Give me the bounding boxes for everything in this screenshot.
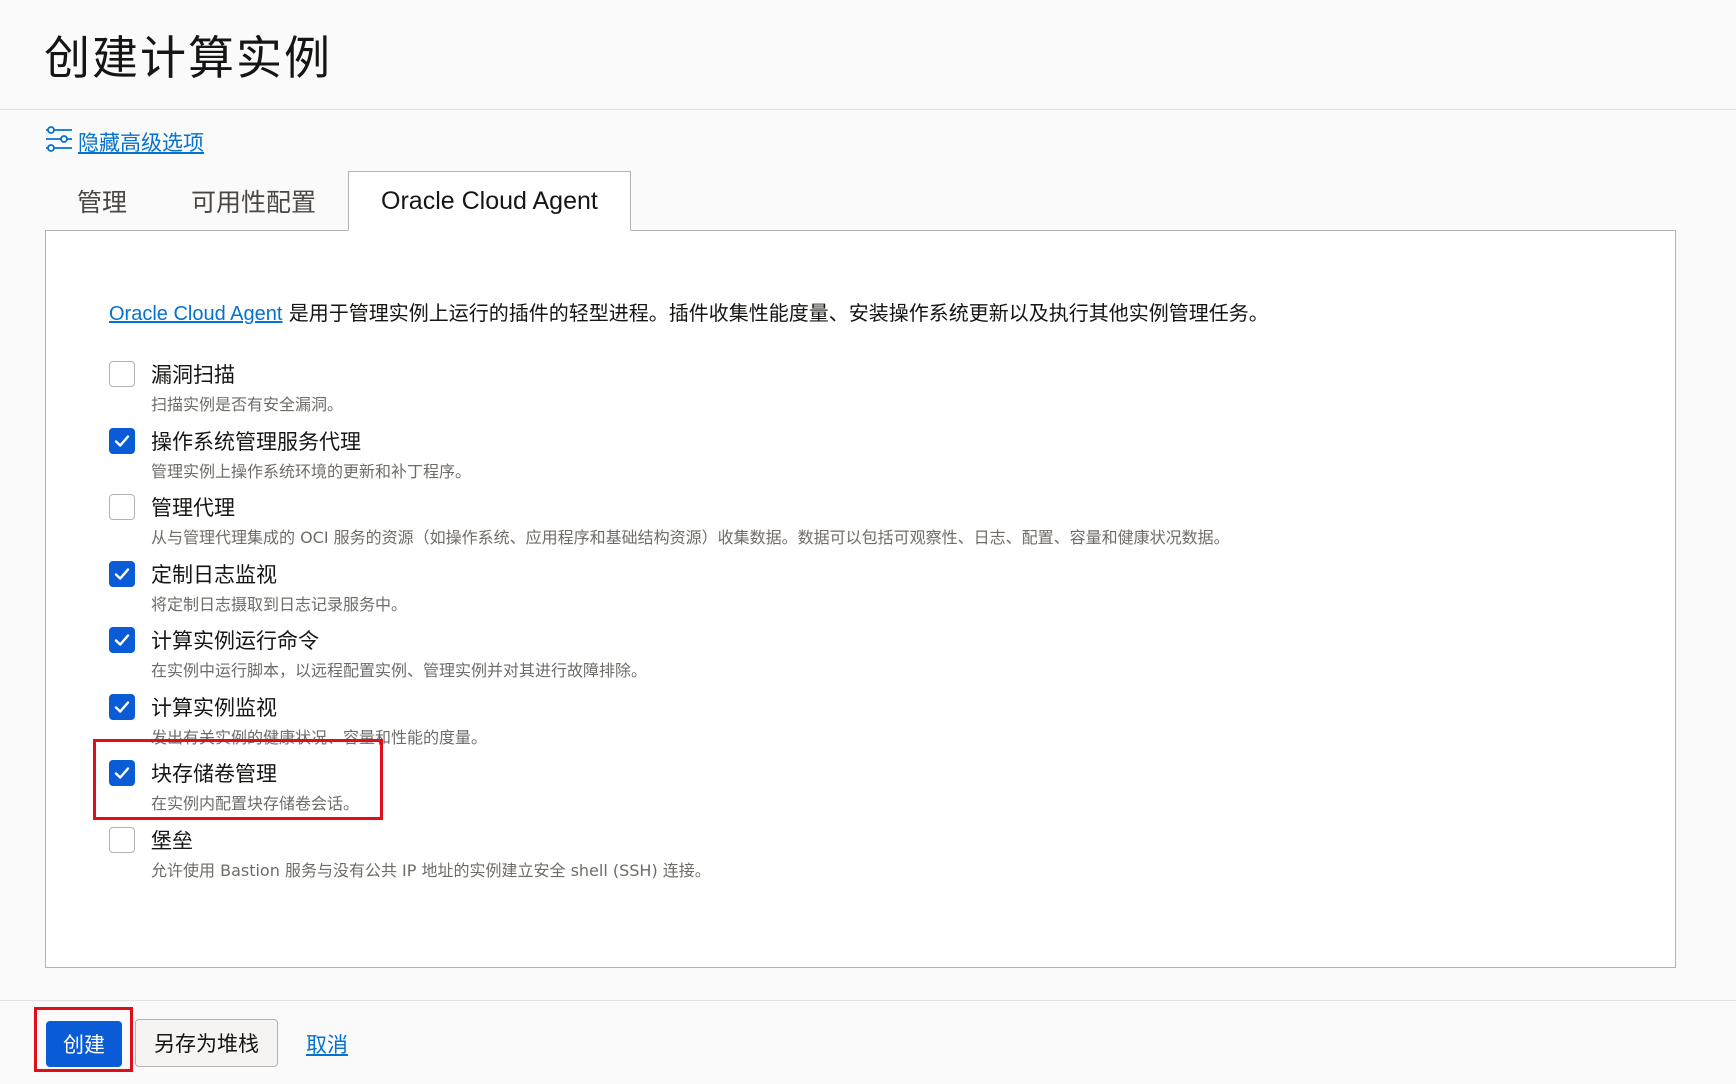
plugin-name[interactable]: 计算实例运行命令 bbox=[151, 625, 319, 655]
checkmark-icon bbox=[114, 567, 130, 580]
plugin-name[interactable]: 管理代理 bbox=[151, 492, 235, 522]
hide-advanced-options-link[interactable]: 隐藏高级选项 bbox=[44, 124, 204, 159]
checkbox-block-volume-management[interactable] bbox=[109, 760, 135, 786]
tab-oracle-cloud-agent[interactable]: Oracle Cloud Agent bbox=[348, 171, 631, 231]
checkmark-icon bbox=[114, 700, 130, 713]
cancel-link[interactable]: 取消 bbox=[306, 1029, 348, 1059]
checkmark-icon bbox=[114, 434, 130, 447]
plugin-name[interactable]: 漏洞扫描 bbox=[151, 359, 235, 389]
checkbox-bastion[interactable] bbox=[109, 826, 135, 853]
plugin-name[interactable]: 计算实例监视 bbox=[151, 692, 277, 722]
checkbox-compute-run-command[interactable] bbox=[109, 627, 135, 653]
checkmark-icon bbox=[114, 634, 130, 646]
plugin-description: 从与管理代理集成的 OCI 服务的资源（如操作系统、应用程序和基础结构资源）收集… bbox=[151, 528, 1230, 547]
plugin-name[interactable]: 堡垒 bbox=[151, 825, 193, 855]
plugin-name[interactable]: 定制日志监视 bbox=[151, 559, 277, 589]
plugin-description: 将定制日志摄取到日志记录服务中。 bbox=[151, 594, 408, 614]
page-title: 创建计算实例 bbox=[44, 31, 332, 85]
sliders-icon bbox=[44, 124, 74, 159]
agent-intro-description: 是用于管理实例上运行的插件的轻型进程。插件收集性能度量、安装操作系统更新以及执行… bbox=[282, 301, 1269, 325]
checkbox-os-management-agent[interactable] bbox=[109, 427, 135, 454]
checkbox-compute-monitoring[interactable] bbox=[109, 693, 135, 720]
plugin-description: 在实例中运行脚本，以远程配置实例、管理实例并对其进行故障排除。 bbox=[151, 661, 648, 680]
hide-advanced-options-label[interactable]: 隐藏高级选项 bbox=[78, 127, 204, 157]
create-instance-page: 创建计算实例 隐藏高级选项 管理 可用性配置 Oracle Cloud Agen… bbox=[0, 0, 1736, 1084]
oracle-cloud-agent-link[interactable]: Oracle Cloud Agent bbox=[109, 303, 282, 325]
oracle-cloud-agent-panel: Oracle Cloud Agent 是用于管理实例上运行的插件的轻型进程。插件… bbox=[45, 230, 1676, 968]
plugin-description: 在实例内配置块存储卷会话。 bbox=[151, 794, 360, 813]
checkbox-vulnerability-scanning[interactable] bbox=[109, 361, 135, 387]
plugin-description: 管理实例上操作系统环境的更新和补丁程序。 bbox=[151, 461, 472, 481]
save-as-stack-button[interactable]: 另存为堆栈 bbox=[135, 1019, 278, 1067]
checkbox-custom-logs-monitoring[interactable] bbox=[109, 560, 135, 587]
tab-management[interactable]: 管理 bbox=[45, 171, 159, 231]
create-button[interactable]: 创建 bbox=[46, 1021, 122, 1067]
page-header: 创建计算实例 bbox=[0, 0, 1736, 110]
plugin-name[interactable]: 操作系统管理服务代理 bbox=[151, 426, 361, 456]
page-footer: 创建 另存为堆栈 取消 bbox=[0, 1000, 1736, 1084]
plugin-description: 发出有关实例的健康状况、容量和性能的度量。 bbox=[151, 727, 488, 747]
tab-bar: 管理 可用性配置 Oracle Cloud Agent bbox=[45, 171, 631, 231]
plugin-name[interactable]: 块存储卷管理 bbox=[151, 758, 277, 788]
checkmark-icon bbox=[114, 767, 130, 779]
plugin-description: 扫描实例是否有安全漏洞。 bbox=[151, 395, 344, 414]
agent-intro-text: Oracle Cloud Agent 是用于管理实例上运行的插件的轻型进程。插件… bbox=[109, 297, 1269, 326]
tab-availability-config[interactable]: 可用性配置 bbox=[159, 171, 348, 231]
checkbox-management-agent[interactable] bbox=[109, 494, 135, 520]
plugin-description: 允许使用 Bastion 服务与没有公共 IP 地址的实例建立安全 shell … bbox=[151, 860, 711, 880]
